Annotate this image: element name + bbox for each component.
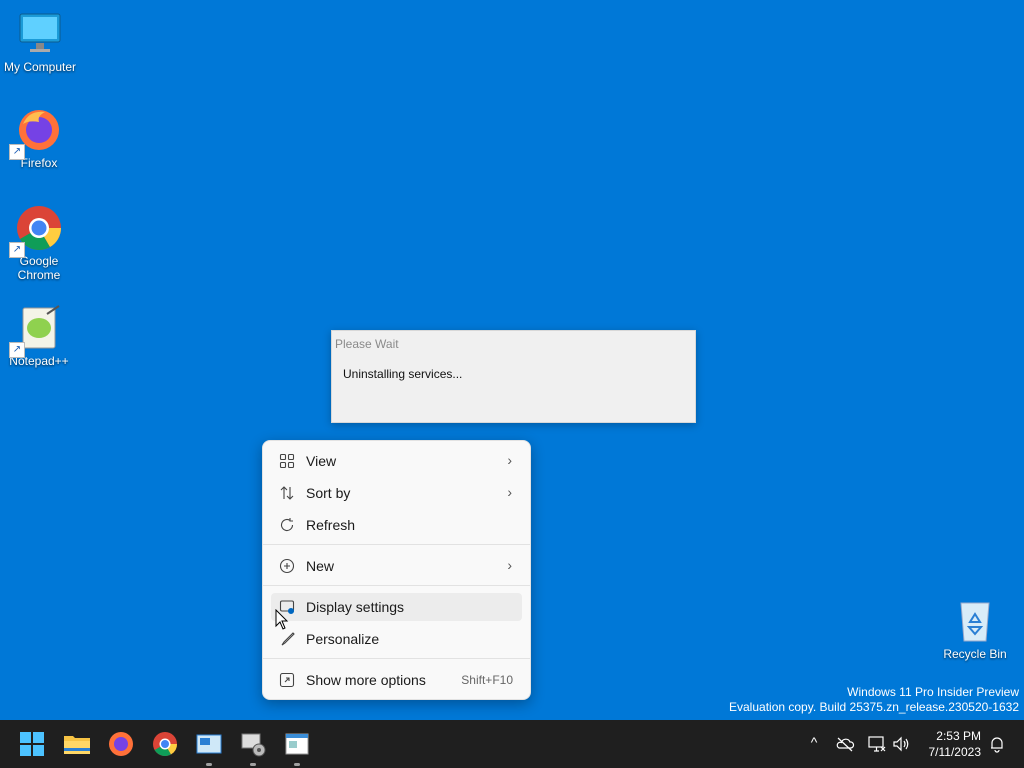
windows-watermark: Windows 11 Pro Insider Preview Evaluatio… xyxy=(729,685,1019,715)
menu-item-sort-by[interactable]: Sort by › xyxy=(271,479,522,507)
chrome-icon: ↗ xyxy=(9,204,63,258)
windows-logo-icon xyxy=(20,732,44,756)
firefox-icon xyxy=(109,732,133,756)
window-icon xyxy=(285,733,309,755)
menu-item-label: Sort by xyxy=(306,485,351,501)
taskbar-chrome[interactable] xyxy=(149,728,181,760)
taskbar-file-explorer[interactable] xyxy=(61,728,93,760)
taskbar: ^ 2:53 PM 7/11/2023 xyxy=(0,720,1024,768)
menu-item-show-more-options[interactable]: Show more options Shift+F10 xyxy=(271,666,522,694)
control-panel-icon xyxy=(196,734,222,754)
menu-separator xyxy=(263,585,530,586)
chevron-right-icon: › xyxy=(507,557,512,573)
taskbar-control-panel[interactable] xyxy=(193,728,225,766)
desktop-icon-chrome[interactable]: ↗ Google Chrome xyxy=(0,204,79,282)
folder-icon xyxy=(64,736,90,754)
grid-icon xyxy=(279,453,295,469)
refresh-icon xyxy=(279,517,295,533)
onedrive-offline-icon[interactable] xyxy=(835,734,855,754)
chevron-right-icon: › xyxy=(507,484,512,500)
dialog-title: Please Wait xyxy=(335,337,399,351)
monitor-icon xyxy=(16,10,64,58)
running-indicator xyxy=(294,763,300,766)
menu-separator xyxy=(263,544,530,545)
menu-item-display-settings[interactable]: Display settings xyxy=(271,593,522,621)
tray-overflow-chevron[interactable]: ^ xyxy=(804,734,824,754)
notifications-icon[interactable] xyxy=(987,734,1007,754)
menu-separator xyxy=(263,658,530,659)
recycle-bin-icon xyxy=(951,597,999,645)
chevron-right-icon: › xyxy=(507,452,512,468)
menu-item-label: Show more options xyxy=(306,672,426,688)
menu-item-view[interactable]: View › xyxy=(271,447,522,475)
network-icon[interactable] xyxy=(867,734,887,754)
taskbar-window[interactable] xyxy=(281,728,313,766)
menu-item-label: Personalize xyxy=(306,631,380,647)
desktop-icon-label: Firefox xyxy=(20,156,58,170)
plus-circle-icon xyxy=(279,558,295,574)
menu-item-new[interactable]: New › xyxy=(271,552,522,580)
menu-item-label: View xyxy=(306,453,337,469)
please-wait-dialog: Please Wait Uninstalling services... xyxy=(331,330,696,423)
menu-item-label: Refresh xyxy=(306,517,356,533)
shortcut-arrow-icon: ↗ xyxy=(9,342,25,358)
desktop-icon-notepadpp[interactable]: ↗ Notepad++ xyxy=(0,304,79,368)
menu-item-personalize[interactable]: Personalize xyxy=(271,625,522,653)
notepadpp-icon: ↗ xyxy=(9,304,63,358)
setup-icon xyxy=(241,733,266,757)
desktop-icon-label: Recycle Bin xyxy=(943,647,1007,661)
chrome-icon xyxy=(153,732,177,757)
taskbar-clock[interactable]: 2:53 PM 7/11/2023 xyxy=(929,728,982,760)
mouse-cursor-icon xyxy=(275,608,289,636)
menu-item-refresh[interactable]: Refresh xyxy=(271,511,522,539)
clock-time: 2:53 PM xyxy=(936,729,981,743)
dialog-message: Uninstalling services... xyxy=(343,367,463,381)
running-indicator xyxy=(206,763,212,766)
menu-item-label: Display settings xyxy=(306,599,405,615)
firefox-icon: ↗ xyxy=(9,106,63,160)
menu-item-label: New xyxy=(306,558,335,574)
shortcut-arrow-icon: ↗ xyxy=(9,242,25,258)
clock-date: 7/11/2023 xyxy=(928,745,982,759)
desktop-icon-recycle-bin[interactable]: Recycle Bin xyxy=(935,597,1015,661)
shortcut-arrow-icon: ↗ xyxy=(9,144,25,160)
desktop-icon-label: Google Chrome xyxy=(17,254,61,282)
watermark-line1: Windows 11 Pro Insider Preview xyxy=(847,685,1019,699)
volume-icon[interactable] xyxy=(891,734,911,754)
menu-item-shortcut: Shift+F10 xyxy=(461,673,513,687)
sort-icon xyxy=(279,485,295,501)
desktop-icon-my-computer[interactable]: My Computer xyxy=(0,10,80,74)
start-button[interactable] xyxy=(16,728,48,760)
taskbar-setup[interactable] xyxy=(237,728,269,766)
watermark-line2: Evaluation copy. Build 25375.zn_release.… xyxy=(729,700,1019,714)
desktop-icon-firefox[interactable]: ↗ Firefox xyxy=(0,106,79,170)
running-indicator xyxy=(250,763,256,766)
desktop-context-menu: View › Sort by › Refresh New › Display s… xyxy=(262,440,531,700)
more-options-icon xyxy=(279,672,295,688)
taskbar-firefox[interactable] xyxy=(105,728,137,760)
desktop-icon-label: My Computer xyxy=(3,60,77,74)
